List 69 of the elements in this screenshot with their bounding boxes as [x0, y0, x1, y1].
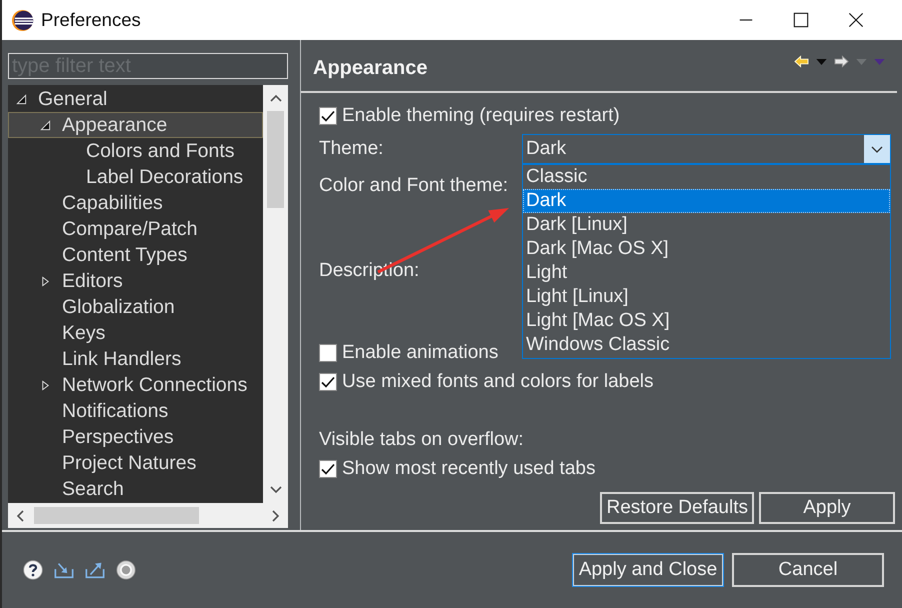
tree-item[interactable]: Content Types — [8, 242, 263, 268]
checkmark-icon — [321, 463, 335, 475]
tree-item[interactable]: Keys — [8, 320, 263, 346]
color-font-theme-label: Color and Font theme: — [319, 174, 508, 198]
expanded-triangle-icon[interactable] — [16, 94, 27, 104]
window-title: Preferences — [41, 9, 141, 31]
checkmark-icon — [321, 376, 335, 388]
scrollbar-thumb[interactable] — [267, 111, 284, 208]
tree-item[interactable]: Link Handlers — [8, 346, 263, 372]
export-icon[interactable] — [85, 560, 105, 580]
scroll-up-icon[interactable] — [270, 94, 282, 102]
back-arrow-icon[interactable] — [794, 55, 809, 68]
dialog-button[interactable]: Apply and Close — [572, 553, 724, 587]
scroll-down-icon[interactable] — [270, 486, 282, 494]
checkbox[interactable] — [319, 460, 337, 478]
tree-item[interactable]: Network Connections — [8, 372, 263, 398]
dropdown-option[interactable]: Light [Mac OS X] — [523, 309, 890, 333]
tree-item[interactable]: Perspectives — [8, 424, 263, 450]
dropdown-option[interactable]: Dark [Linux] — [523, 213, 890, 237]
app-logo-icon — [11, 8, 34, 32]
scrollbar-thumb[interactable] — [34, 507, 199, 524]
tree-item[interactable]: Colors and Fonts — [8, 138, 263, 164]
dropdown-option[interactable]: Windows Classic — [523, 333, 890, 357]
checkmark-icon — [321, 110, 335, 122]
maximize-icon[interactable] — [793, 12, 809, 28]
checkbox[interactable] — [319, 107, 337, 125]
tree-item[interactable]: Capabilities — [8, 190, 263, 216]
page-button[interactable]: Apply — [759, 492, 895, 524]
dropdown-option[interactable]: Classic — [523, 165, 890, 189]
theme-dropdown[interactable]: Dark — [522, 134, 891, 164]
scroll-right-icon[interactable] — [272, 510, 280, 522]
tree-item[interactable]: Editors — [8, 268, 263, 294]
horizontal-scrollbar[interactable] — [8, 503, 288, 528]
theme-label: Theme: — [319, 137, 384, 161]
tree-item[interactable]: Compare/Patch — [8, 216, 263, 242]
collapsed-triangle-icon[interactable] — [40, 380, 51, 390]
dropdown-option[interactable]: Dark [Mac OS X] — [523, 237, 890, 261]
record-icon[interactable] — [116, 560, 136, 580]
checkbox[interactable] — [319, 344, 337, 362]
import-icon[interactable] — [54, 560, 74, 580]
tree-item[interactable]: Search — [8, 476, 263, 502]
dropdown-option[interactable]: Dark — [523, 189, 890, 213]
tree-item[interactable]: Label Decorations — [8, 164, 263, 190]
tree-item[interactable]: Notifications — [8, 398, 263, 424]
expanded-triangle-icon[interactable] — [40, 120, 51, 130]
dropdown-option[interactable]: Light [Linux] — [523, 285, 890, 309]
checkbox-label[interactable]: Show most recently used tabs — [342, 458, 596, 480]
tree-item[interactable]: Globalization — [8, 294, 263, 320]
dropdown-option[interactable]: Light — [523, 261, 890, 285]
page-title: Appearance — [313, 57, 428, 80]
checkbox-label[interactable]: Enable theming (requires restart) — [342, 105, 620, 127]
collapsed-triangle-icon[interactable] — [40, 276, 51, 286]
tree-item[interactable]: General — [8, 86, 263, 112]
checkbox-label[interactable]: Enable animations — [342, 342, 498, 364]
vertical-scrollbar[interactable] — [263, 85, 288, 503]
close-icon[interactable] — [848, 12, 864, 28]
dropdown-caret-icon[interactable] — [816, 58, 827, 64]
description-label: Description: — [319, 259, 420, 283]
dialog-button[interactable]: Cancel — [732, 553, 884, 587]
checkbox[interactable] — [319, 373, 337, 391]
page-button[interactable]: Restore Defaults — [600, 492, 754, 524]
chevron-down-icon — [871, 146, 883, 152]
tree-item[interactable]: Appearance — [8, 112, 263, 138]
scroll-left-icon[interactable] — [16, 510, 24, 522]
dropdown-toggle[interactable] — [864, 135, 890, 163]
section-label: Visible tabs on overflow: — [319, 428, 524, 452]
help-icon[interactable] — [23, 560, 43, 580]
tree-item[interactable]: Project Natures — [8, 450, 263, 476]
checkbox-label[interactable]: Use mixed fonts and colors for labels — [342, 371, 654, 393]
